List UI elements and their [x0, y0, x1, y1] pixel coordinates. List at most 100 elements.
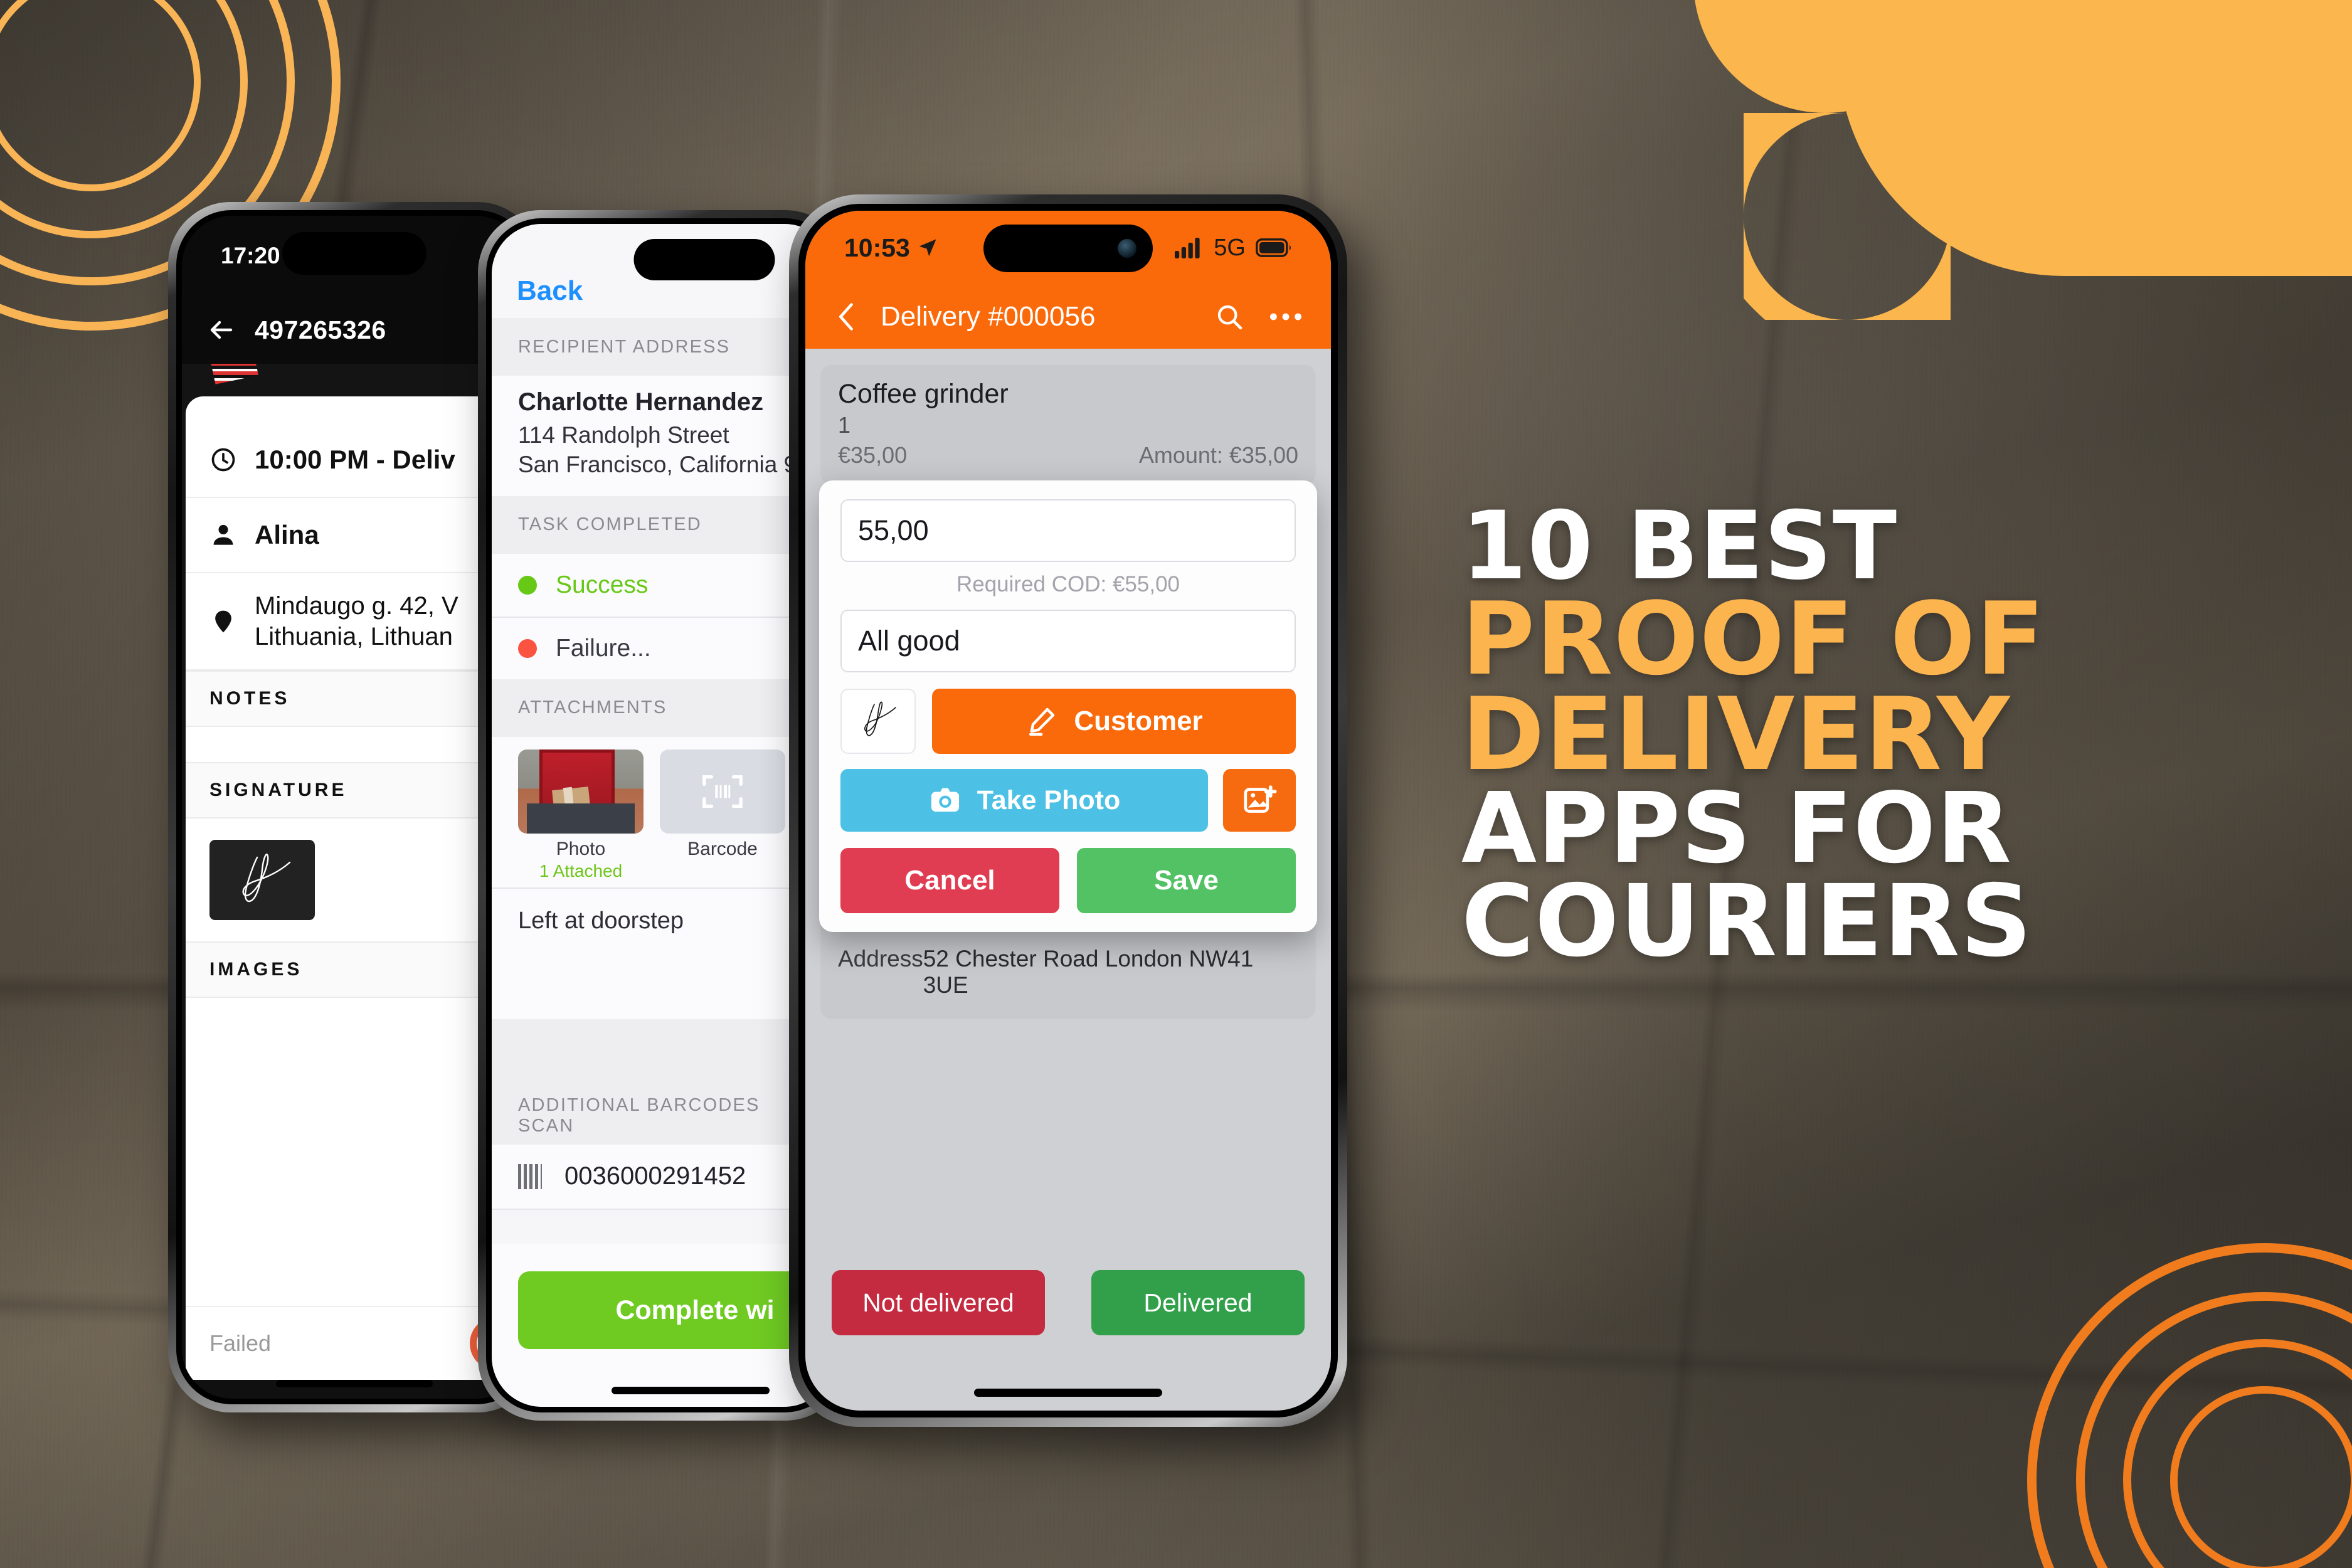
complete-button[interactable]: Complete wi — [518, 1271, 834, 1349]
location-arrow-icon — [919, 239, 936, 257]
signature-area[interactable] — [186, 818, 526, 941]
item-qty: 1 — [838, 412, 851, 438]
page-title: 497265326 — [255, 315, 386, 344]
recipient-name: Alina — [255, 520, 319, 549]
attachments-row: Photo 1 Attached Barcode — [492, 736, 834, 887]
section-header-notes: NOTES — [186, 670, 526, 727]
decorative-blob-top-right — [1693, 0, 2352, 276]
search-icon[interactable] — [1214, 302, 1244, 332]
dynamic-island — [282, 232, 426, 275]
address-text: Mindaugo g. 42, V Lithuania, Lithuan — [255, 591, 458, 650]
headline-line-4: APPS FOR — [1461, 771, 2012, 885]
amount-input[interactable]: 55,00 — [840, 499, 1296, 562]
chevron-left-icon[interactable] — [834, 300, 859, 333]
cellular-bars-icon — [1175, 238, 1200, 258]
recipient-street: 114 Randolph Street — [518, 422, 729, 448]
delivery-note[interactable]: Left at doorstep — [492, 887, 834, 1019]
save-button[interactable]: Save — [1077, 848, 1296, 913]
footer: Complete wi — [492, 1244, 834, 1407]
detail-key: Address — [838, 946, 923, 972]
headline-line-5: COURIERS — [1461, 863, 2033, 979]
attachment-caption: Barcode — [687, 838, 758, 859]
phone-left-screen: 17:20 497265326 10:00 PM - Deliv Alina M… — [182, 216, 526, 1399]
cod-hint-label: Required COD: €55,00 — [956, 572, 1180, 596]
phone-right-bezel: 10:53 5G Delivery #000056 Coffee grinder… — [798, 204, 1338, 1417]
home-indicator — [974, 1389, 1162, 1397]
list-item[interactable]: Mindaugo g. 42, V Lithuania, Lithuan — [186, 573, 526, 670]
barcode-icon — [518, 1163, 542, 1189]
list-item[interactable]: 10:00 PM - Deliv — [186, 423, 526, 498]
nav-bar: 497265326 — [182, 296, 526, 364]
headline-line-2: PROOF OF — [1461, 580, 2045, 697]
page-title: Delivery #000056 — [881, 301, 1096, 332]
attachment-photo[interactable]: Photo 1 Attached — [518, 749, 644, 881]
cancel-button[interactable]: Cancel — [840, 848, 1059, 913]
proof-of-delivery-modal: 55,00 Required COD: €55,00 All good Cust… — [819, 480, 1317, 932]
task-label: Failure... — [556, 634, 651, 662]
status-dot-red — [518, 638, 537, 658]
note-input[interactable]: All good — [840, 610, 1296, 672]
camera-icon — [931, 788, 959, 812]
front-camera-icon — [1118, 239, 1136, 258]
headline: 10 BEST PROOF OF DELIVERY APPS FOR COURI… — [1461, 499, 2270, 979]
signature-thumbnail[interactable] — [209, 840, 315, 920]
detail-row-address: Address 52 Chester Road London NW41 3UE — [838, 941, 1298, 1003]
delivered-button[interactable]: Delivered — [1091, 1270, 1305, 1335]
item-price: €35,00 — [838, 442, 908, 468]
headline-line-3: DELIVERY — [1461, 675, 2011, 793]
home-indicator — [611, 1387, 770, 1394]
photo-thumbnail[interactable] — [518, 749, 644, 834]
network-label: 5G — [1214, 234, 1246, 261]
status-badge: Failed — [209, 1330, 272, 1356]
task-row-failure[interactable]: Failure... — [492, 616, 834, 679]
task-row-success[interactable]: Success — [492, 553, 834, 617]
status-indicators: 5G — [1175, 235, 1292, 262]
phone-right: 10:53 5G Delivery #000056 Coffee grinder… — [789, 194, 1347, 1427]
recipient-name: Charlotte Hernandez — [518, 388, 764, 416]
customer-button-label: Customer — [1074, 706, 1203, 736]
battery-icon — [1256, 238, 1291, 257]
signature-row: Customer — [840, 689, 1296, 754]
person-icon — [209, 521, 237, 549]
phone-middle-screen: Back RECIPIENT ADDRESS Charlotte Hernand… — [492, 224, 834, 1407]
status-dot-green — [518, 575, 537, 595]
back-button[interactable]: Back — [517, 275, 583, 307]
section-header-task-completed: TASK COMPLETED — [492, 495, 834, 554]
add-image-icon — [1244, 785, 1277, 813]
task-label: Success — [556, 571, 649, 598]
status-time: 10:53 — [844, 233, 910, 262]
signature-thumbnail[interactable] — [840, 689, 916, 754]
nav-bar: Delivery #000056 — [805, 285, 1331, 349]
section-header-additional-barcodes: ADDITIONAL BARCODES SCAN — [492, 1086, 834, 1145]
detail-value: 52 Chester Road London NW41 3UE — [923, 946, 1254, 998]
images-area[interactable] — [186, 998, 526, 1205]
footer-actions: Not delivered Delivered — [805, 1270, 1331, 1345]
footer-status-bar: Failed — [186, 1306, 526, 1380]
status-time: 17:20 — [221, 243, 280, 268]
ellipsis-icon[interactable] — [1269, 311, 1302, 322]
take-photo-button[interactable]: Take Photo — [840, 769, 1208, 832]
clock-icon — [209, 446, 237, 474]
recipient-card[interactable]: Charlotte Hernandez 114 Randolph Street … — [492, 376, 834, 496]
spacer — [492, 1019, 834, 1087]
barcode-scan-icon[interactable] — [660, 749, 785, 834]
section-header-recipient-address: RECIPIENT ADDRESS — [492, 318, 834, 376]
home-indicator — [275, 1380, 433, 1387]
dynamic-island — [633, 239, 775, 280]
recipient-city: San Francisco, California 94 — [518, 452, 810, 478]
not-delivered-button[interactable]: Not delivered — [832, 1270, 1045, 1335]
arrow-left-icon[interactable] — [206, 315, 236, 345]
add-image-button[interactable] — [1223, 769, 1296, 832]
barcode-row[interactable]: 0036000291452 — [492, 1144, 834, 1210]
signature-pen-icon — [1029, 707, 1055, 736]
barcode-value: 0036000291452 — [564, 1162, 746, 1190]
ring-4 — [2027, 1243, 2352, 1568]
status-time-group: 10:53 — [844, 233, 939, 263]
item-name: Coffee grinder — [838, 379, 1009, 409]
list-item[interactable]: Alina — [186, 498, 526, 573]
section-header-attachments: ATTACHMENTS — [492, 679, 834, 737]
phone-right-screen: 10:53 5G Delivery #000056 Coffee grinder… — [805, 211, 1331, 1411]
attachment-barcode[interactable]: Barcode — [660, 749, 785, 881]
customer-signature-button[interactable]: Customer — [932, 689, 1296, 754]
item-card[interactable]: Coffee grinder 1 €35,00 Amount: €35,00 — [822, 365, 1315, 482]
